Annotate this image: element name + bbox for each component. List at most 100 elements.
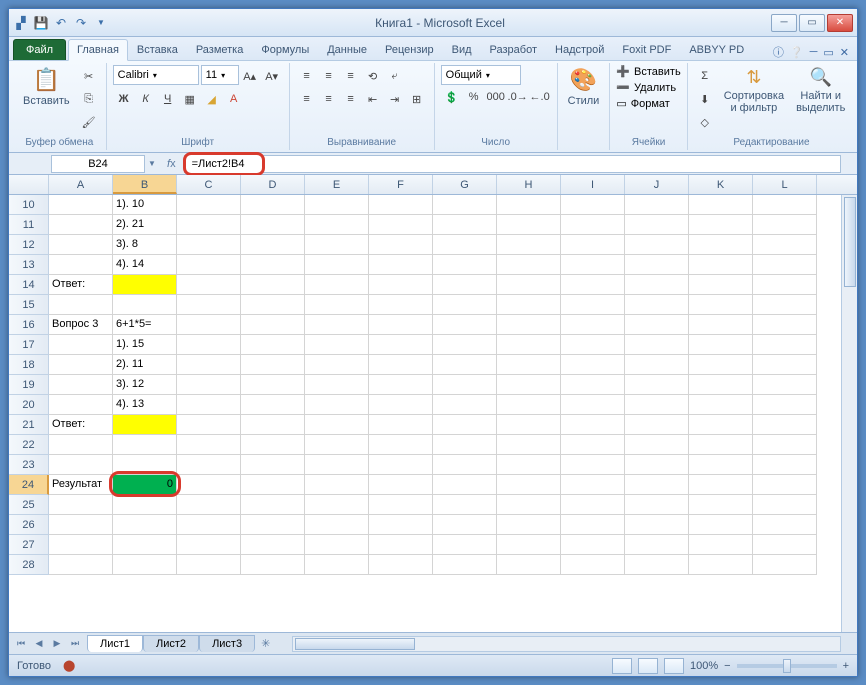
cell-I18[interactable] [561,355,625,375]
cell-J23[interactable] [625,455,689,475]
cell-G22[interactable] [433,435,497,455]
cell-D12[interactable] [241,235,305,255]
cell-I19[interactable] [561,375,625,395]
cell-C11[interactable] [177,215,241,235]
cell-F12[interactable] [369,235,433,255]
cell-E24[interactable] [305,475,369,495]
cell-E23[interactable] [305,455,369,475]
inner-restore-icon[interactable]: ▭ [823,46,833,59]
sheet-nav-next-icon[interactable]: ▶ [49,636,65,652]
decrease-font-icon[interactable]: A▾ [262,66,282,86]
paste-button[interactable]: 📋 Вставить [19,65,74,109]
cell-A28[interactable] [49,555,113,575]
row-header-12[interactable]: 12 [9,235,49,255]
cell-A22[interactable] [49,435,113,455]
cell-J11[interactable] [625,215,689,235]
cell-A18[interactable] [49,355,113,375]
cell-C28[interactable] [177,555,241,575]
cell-F16[interactable] [369,315,433,335]
increase-font-icon[interactable]: A▴ [240,66,260,86]
cell-B11[interactable]: 2). 21 [113,215,177,235]
tab-file[interactable]: Файл [13,39,66,60]
cell-B28[interactable] [113,555,177,575]
cell-E11[interactable] [305,215,369,235]
name-box[interactable]: B24 [51,155,145,173]
cell-K19[interactable] [689,375,753,395]
cell-G15[interactable] [433,295,497,315]
cell-F20[interactable] [369,395,433,415]
row-header-20[interactable]: 20 [9,395,49,415]
row-header-23[interactable]: 23 [9,455,49,475]
inner-close-icon[interactable]: ✕ [840,46,849,59]
cell-H23[interactable] [497,455,561,475]
col-header-K[interactable]: K [689,175,753,194]
italic-icon[interactable]: К [136,89,156,109]
cell-A19[interactable] [49,375,113,395]
row-header-24[interactable]: 24 [9,475,49,495]
cell-E12[interactable] [305,235,369,255]
cell-L23[interactable] [753,455,817,475]
cell-J28[interactable] [625,555,689,575]
cell-E16[interactable] [305,315,369,335]
cell-L12[interactable] [753,235,817,255]
cell-D11[interactable] [241,215,305,235]
row-header-17[interactable]: 17 [9,335,49,355]
cell-H26[interactable] [497,515,561,535]
select-all-corner[interactable] [9,175,49,194]
namebox-dropdown-icon[interactable]: ▼ [145,159,159,168]
cell-L11[interactable] [753,215,817,235]
cell-D16[interactable] [241,315,305,335]
row-header-11[interactable]: 11 [9,215,49,235]
cell-B16[interactable]: 6+1*5= [113,315,177,335]
cell-J13[interactable] [625,255,689,275]
cell-I28[interactable] [561,555,625,575]
row-header-26[interactable]: 26 [9,515,49,535]
cell-F25[interactable] [369,495,433,515]
cell-H20[interactable] [497,395,561,415]
cell-L17[interactable] [753,335,817,355]
cell-G27[interactable] [433,535,497,555]
cell-L18[interactable] [753,355,817,375]
cell-H27[interactable] [497,535,561,555]
cell-J20[interactable] [625,395,689,415]
cell-F17[interactable] [369,335,433,355]
cell-L27[interactable] [753,535,817,555]
cell-J26[interactable] [625,515,689,535]
cell-K28[interactable] [689,555,753,575]
cell-G13[interactable] [433,255,497,275]
cell-H22[interactable] [497,435,561,455]
cell-F24[interactable] [369,475,433,495]
cell-K22[interactable] [689,435,753,455]
cell-C24[interactable] [177,475,241,495]
cell-B18[interactable]: 2). 11 [113,355,177,375]
cell-A24[interactable]: Результат [49,475,113,495]
cell-A17[interactable] [49,335,113,355]
cell-K26[interactable] [689,515,753,535]
cell-G28[interactable] [433,555,497,575]
cell-B10[interactable]: 1). 10 [113,195,177,215]
view-layout-icon[interactable] [638,658,658,674]
cell-A16[interactable]: Вопрос 3 [49,315,113,335]
col-header-H[interactable]: H [497,175,561,194]
row-header-14[interactable]: 14 [9,275,49,295]
minimize-button[interactable]: ─ [771,14,797,32]
cell-I23[interactable] [561,455,625,475]
cell-E14[interactable] [305,275,369,295]
cell-F28[interactable] [369,555,433,575]
cell-G20[interactable] [433,395,497,415]
cell-E13[interactable] [305,255,369,275]
cell-L20[interactable] [753,395,817,415]
cell-K21[interactable] [689,415,753,435]
cell-L13[interactable] [753,255,817,275]
cell-C17[interactable] [177,335,241,355]
col-header-I[interactable]: I [561,175,625,194]
sheet-nav-last-icon[interactable]: ⏭ [67,636,83,652]
cell-I12[interactable] [561,235,625,255]
tab-data[interactable]: Данные [318,39,376,60]
cell-L19[interactable] [753,375,817,395]
cell-E26[interactable] [305,515,369,535]
tab-dev[interactable]: Разработ [481,39,546,60]
cell-C15[interactable] [177,295,241,315]
cell-D17[interactable] [241,335,305,355]
cell-B17[interactable]: 1). 15 [113,335,177,355]
